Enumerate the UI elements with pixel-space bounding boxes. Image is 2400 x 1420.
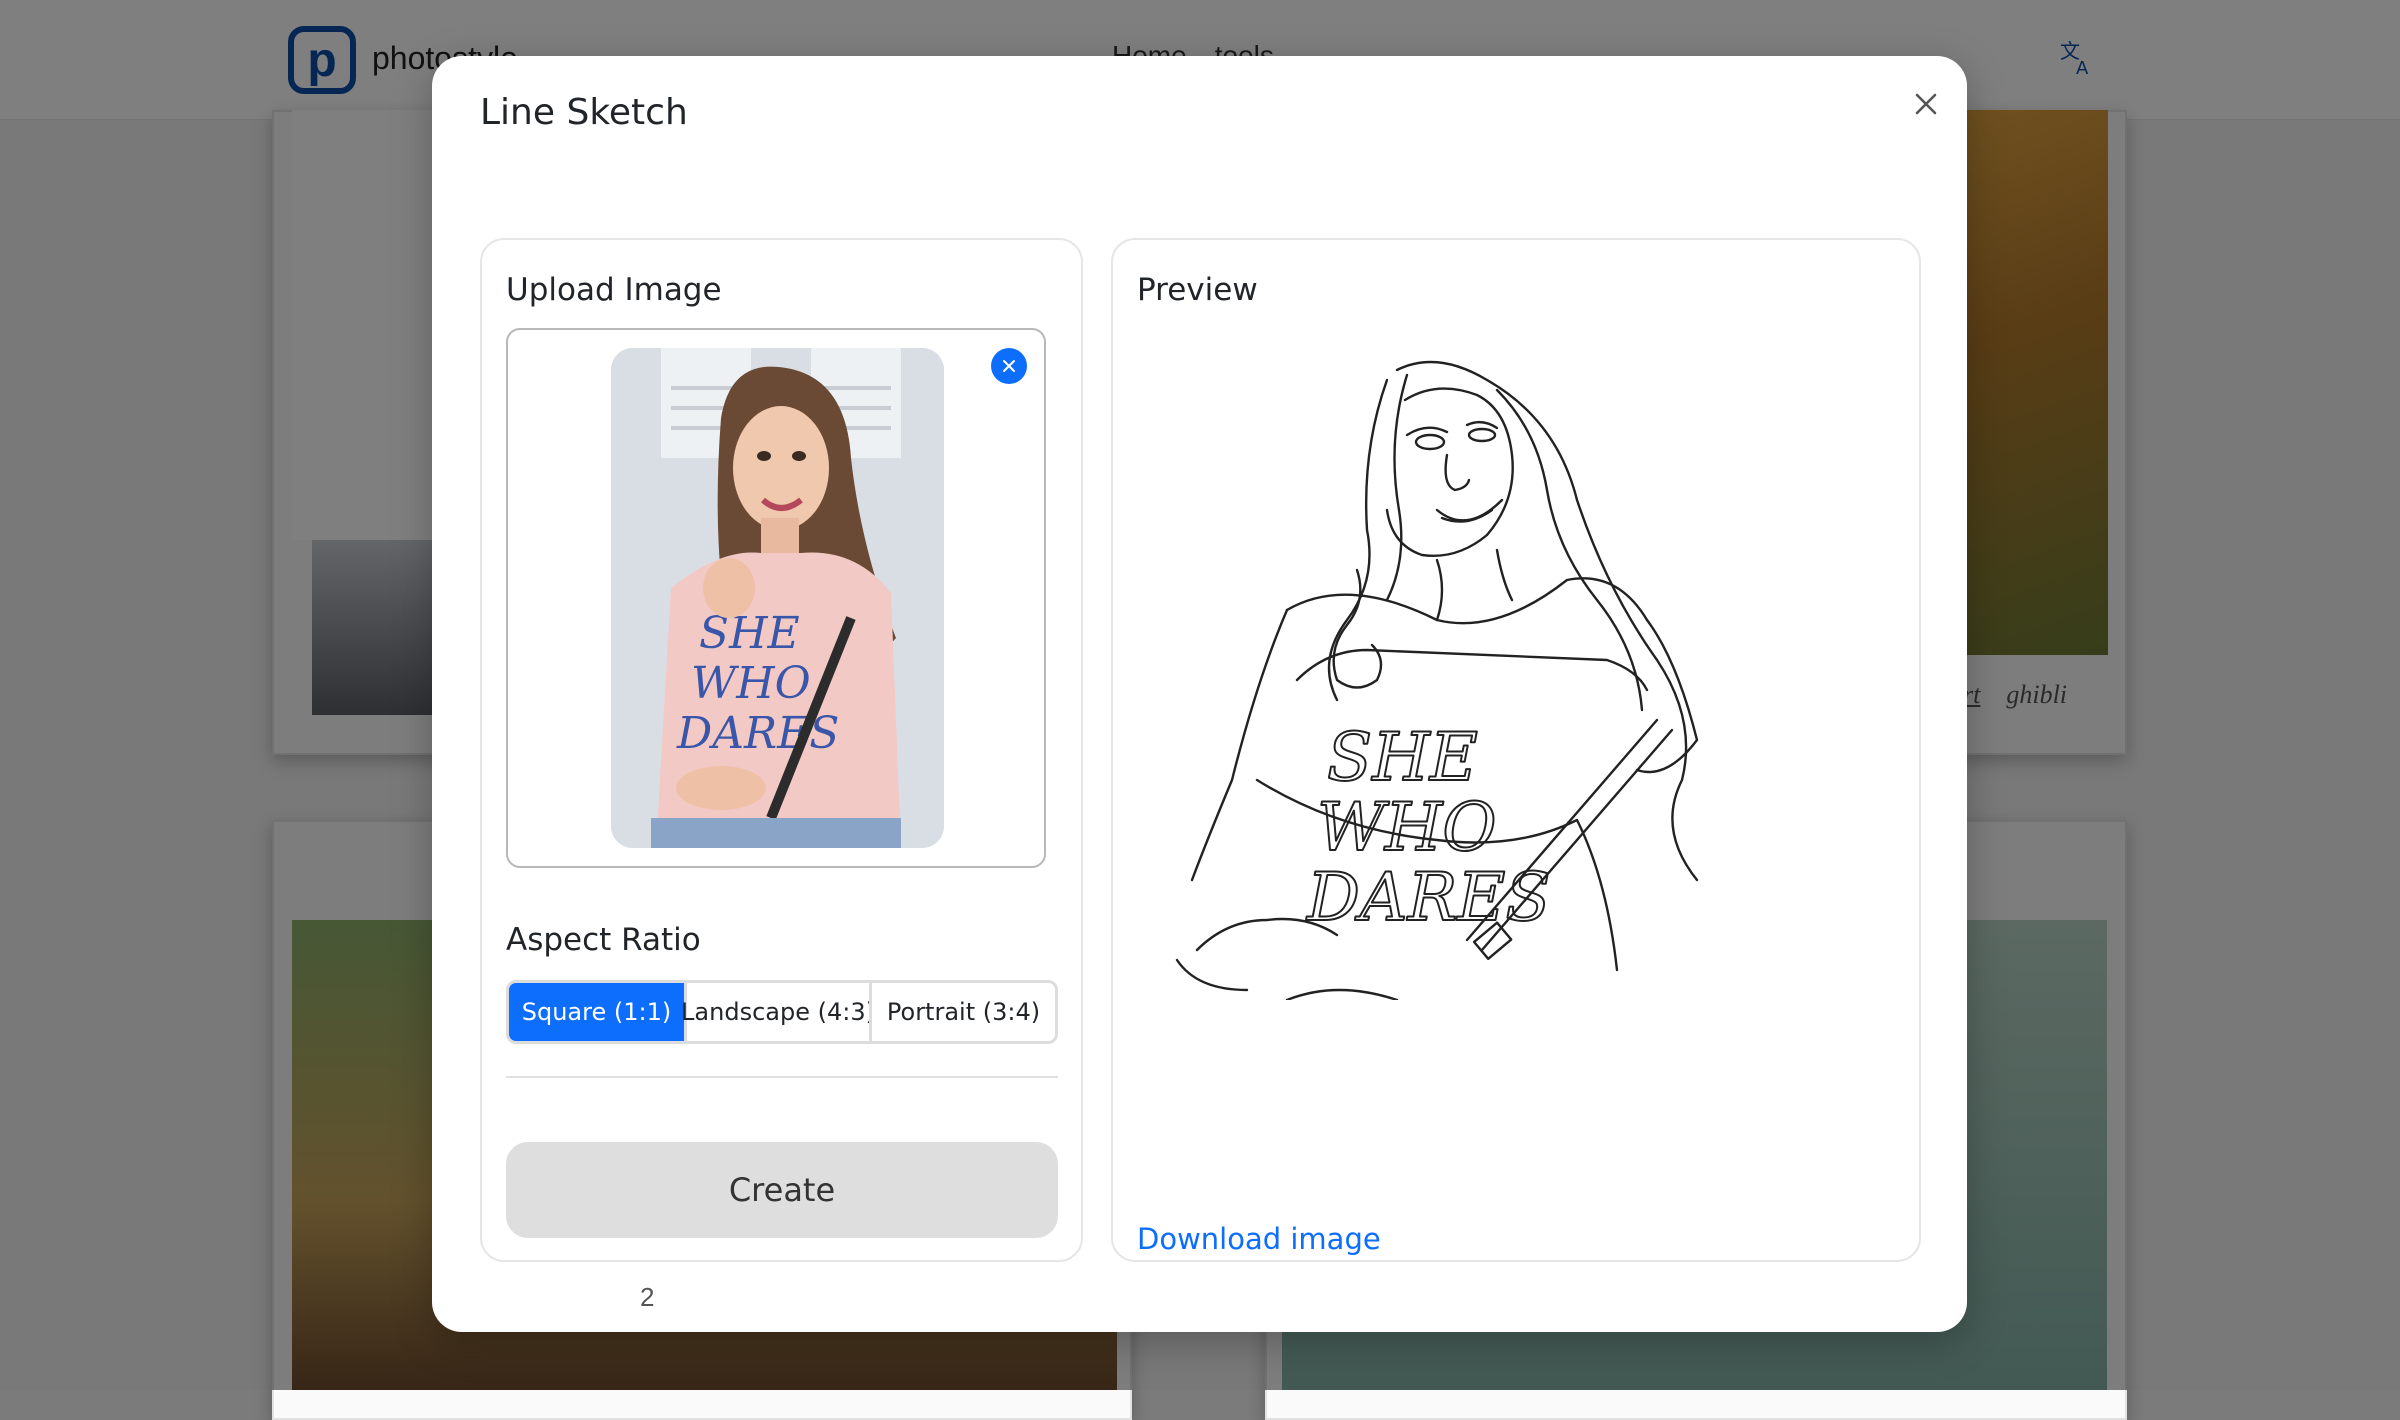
aspect-portrait-button[interactable]: Portrait (3:4) (869, 983, 1055, 1041)
upload-heading: Upload Image (506, 272, 722, 308)
remove-image-button[interactable] (991, 348, 1027, 384)
upload-panel: Upload Image SHE WHO DARES Aspect Ratio … (480, 238, 1083, 1262)
divider (506, 1076, 1058, 1078)
download-image-link[interactable]: Download image (1137, 1222, 1381, 1256)
aspect-ratio-label: Aspect Ratio (506, 922, 701, 958)
sketch-text-line: WHO (1317, 789, 1497, 866)
line-sketch-drawing: SHE WHO DARES (1175, 360, 1699, 1002)
preview-heading: Preview (1137, 272, 1258, 308)
shirt-text-line: SHE (699, 608, 800, 659)
uploaded-photo: SHE WHO DARES (611, 348, 944, 848)
line-sketch-modal: Line Sketch Upload Image SHE WHO DARES A… (432, 56, 1967, 1332)
uploaded-photo-illustration: SHE WHO DARES (611, 348, 944, 848)
page-number[interactable]: 2 (640, 1282, 654, 1313)
aspect-square-button[interactable]: Square (1:1) (509, 983, 684, 1041)
aspect-landscape-button[interactable]: Landscape (4:3) (681, 983, 875, 1041)
create-button[interactable]: Create (506, 1142, 1058, 1238)
upload-dropzone[interactable]: SHE WHO DARES (506, 328, 1046, 868)
modal-title: Line Sketch (480, 92, 688, 133)
close-button[interactable] (1902, 80, 1950, 128)
aspect-ratio-selector: Square (1:1) Landscape (4:3) Portrait (3… (506, 980, 1058, 1044)
x-circle-icon (1003, 360, 1015, 372)
preview-panel: Preview SHE WHO DARES Download image (1111, 238, 1921, 1262)
shirt-text-line: WHO (691, 658, 811, 709)
preview-image: SHE WHO DARES (1137, 360, 1897, 1002)
sketch-text-line: SHE (1327, 719, 1478, 796)
sketch-text-line: DARES (1306, 859, 1551, 936)
close-icon (1915, 93, 1937, 115)
